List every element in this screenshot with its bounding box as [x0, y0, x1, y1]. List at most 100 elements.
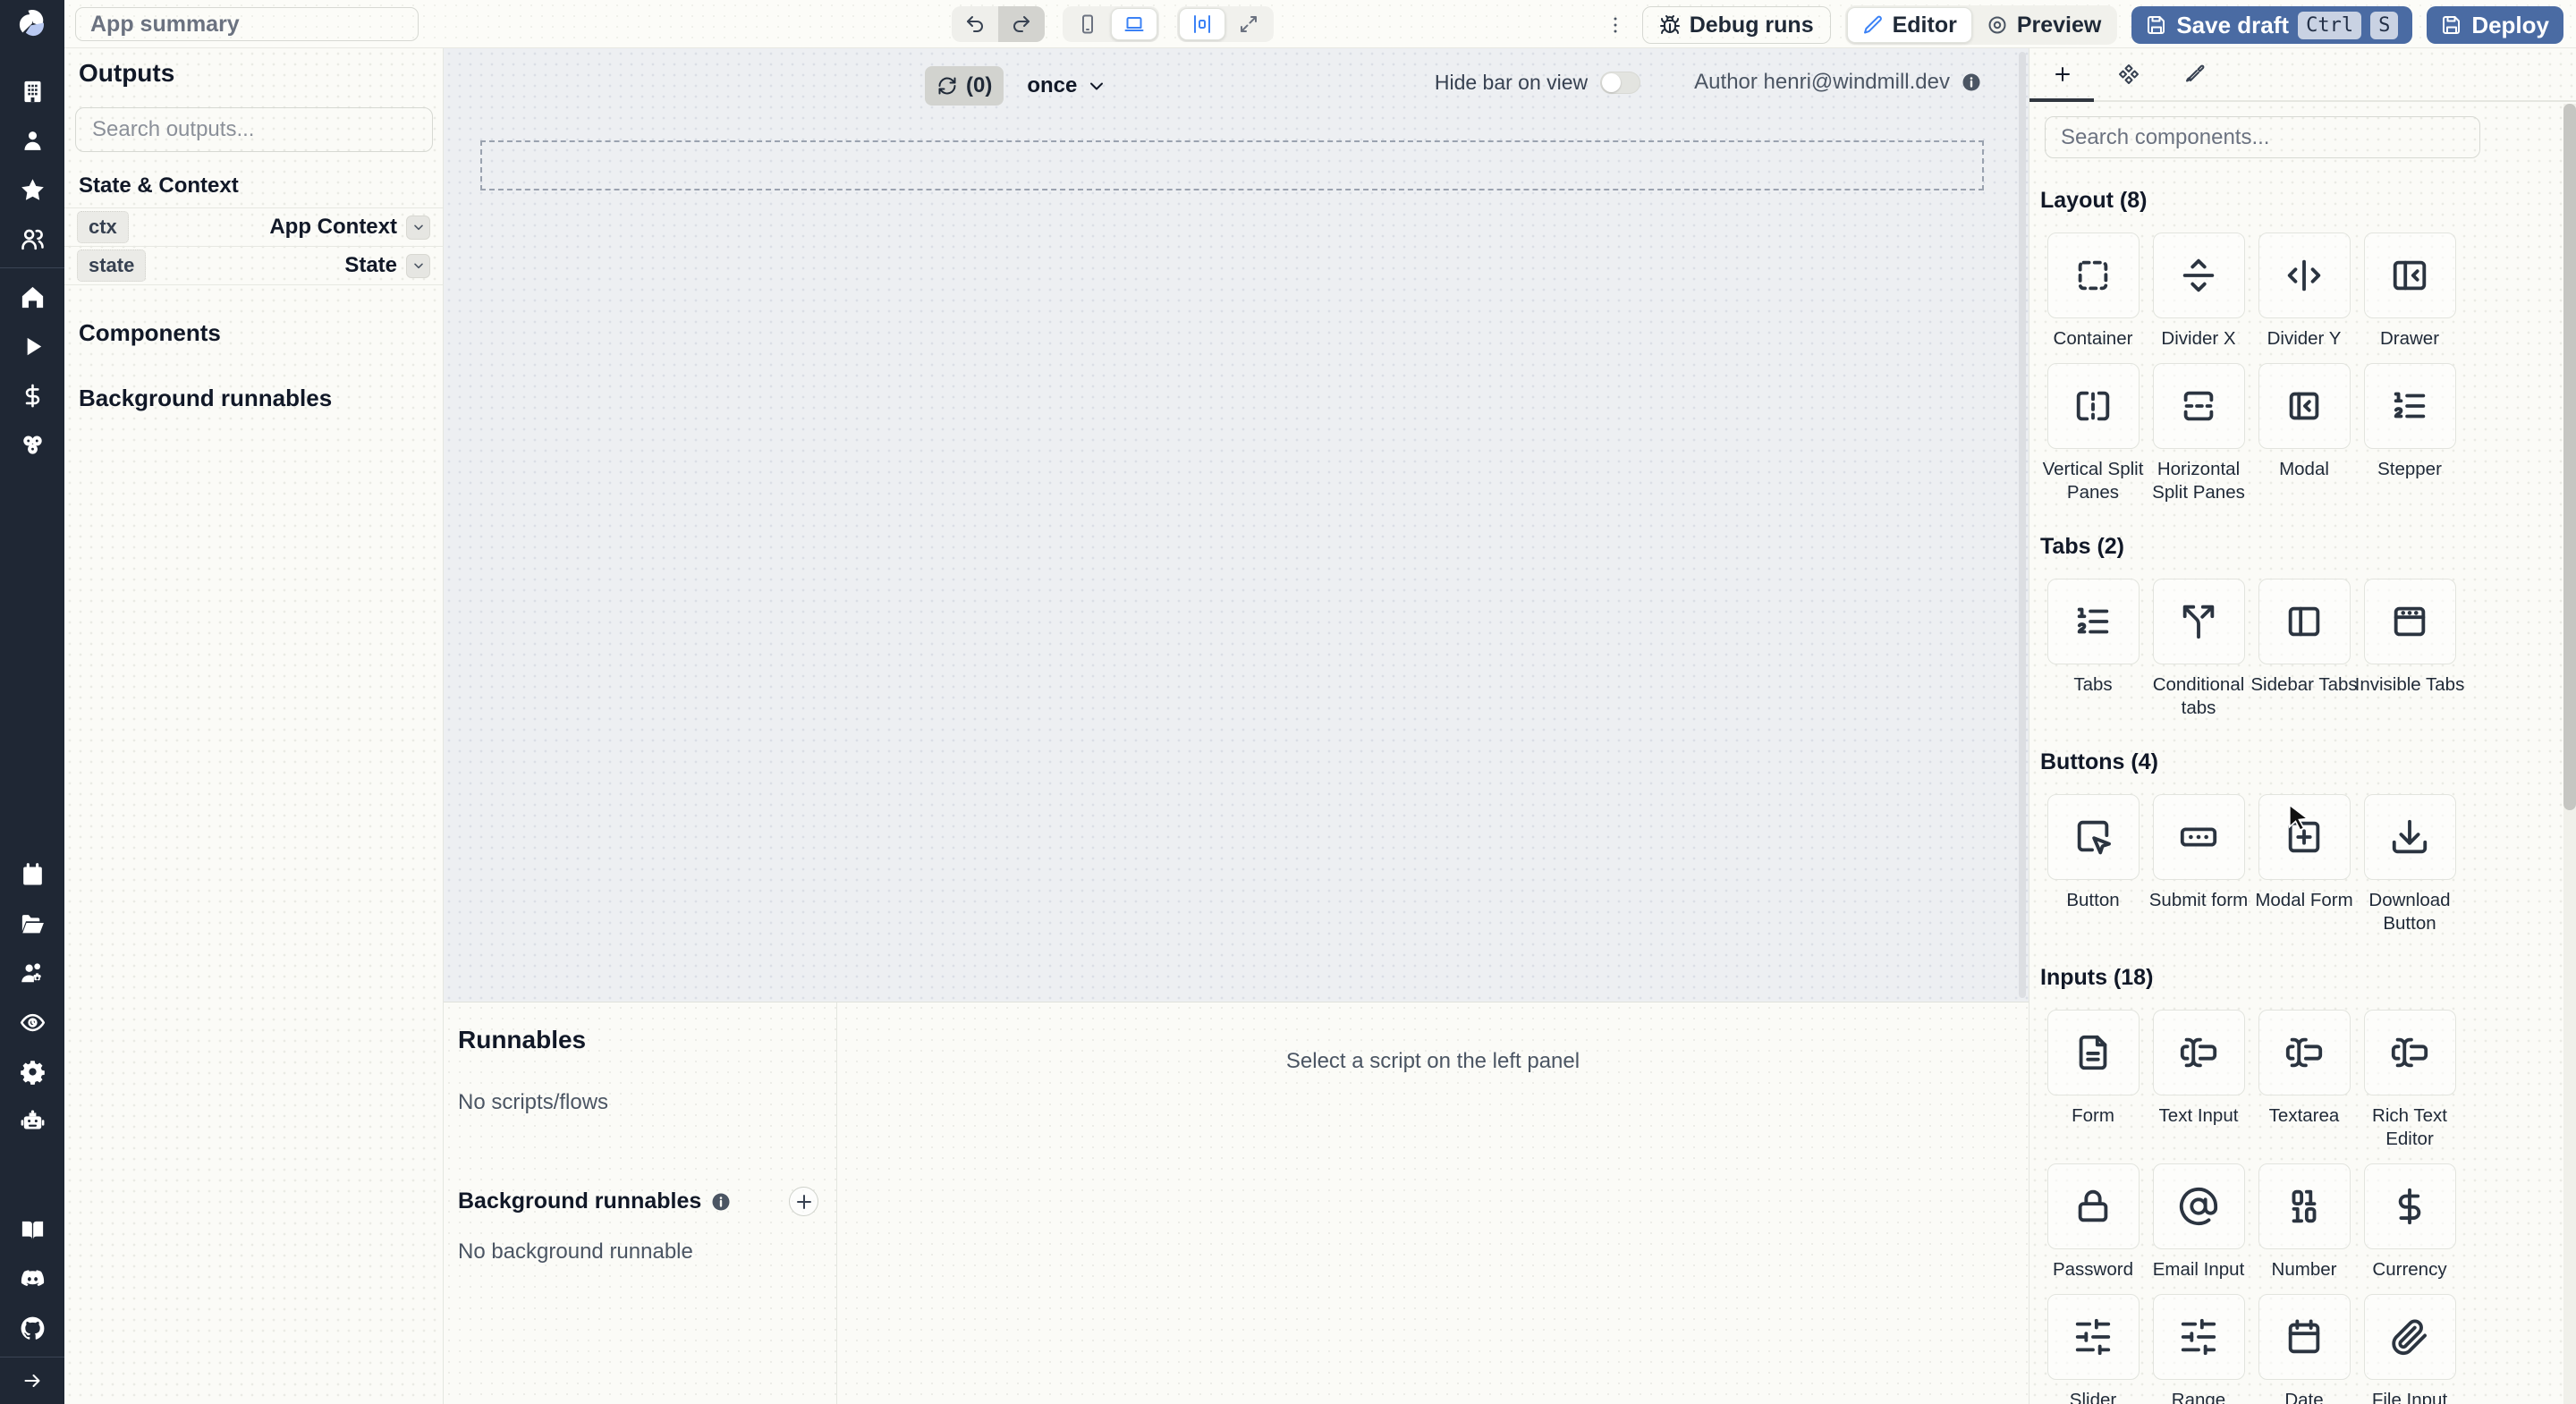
- desktop-view-button[interactable]: [1111, 8, 1157, 40]
- invisible-tabs-icon: [2389, 601, 2430, 642]
- fullwidth-button[interactable]: [1225, 6, 1272, 42]
- robot-icon[interactable]: [16, 1104, 48, 1137]
- dollar-icon[interactable]: [16, 379, 48, 411]
- component-cell: Slider: [2040, 1294, 2146, 1404]
- undo-button[interactable]: [952, 6, 998, 42]
- component-card-conditional-tabs[interactable]: [2152, 579, 2245, 664]
- component-card-container[interactable]: [2046, 233, 2140, 318]
- search-outputs-input[interactable]: [75, 107, 433, 152]
- component-card-download-button[interactable]: [2363, 794, 2456, 880]
- component-card-number[interactable]: [2258, 1163, 2351, 1249]
- deploy-button[interactable]: Deploy: [2427, 6, 2563, 44]
- users-icon[interactable]: [16, 223, 48, 255]
- save-draft-button[interactable]: Save draft Ctrl S: [2131, 6, 2413, 44]
- component-card-password[interactable]: [2046, 1163, 2140, 1249]
- state-context-row-ctx[interactable]: ctx App Context: [64, 208, 443, 247]
- component-card-vertical-split-panes[interactable]: [2046, 363, 2140, 449]
- search-components-input[interactable]: [2045, 116, 2480, 158]
- add-background-runnable-button[interactable]: [789, 1187, 818, 1216]
- mobile-view-button[interactable]: [1064, 6, 1111, 42]
- at-sign-icon: [2178, 1186, 2219, 1227]
- component-card-form[interactable]: [2046, 1010, 2140, 1095]
- component-card-divider-x[interactable]: [2152, 233, 2245, 318]
- component-card-divider-y[interactable]: [2258, 233, 2351, 318]
- component-card-textarea[interactable]: [2258, 1010, 2351, 1095]
- component-card-invisible-tabs[interactable]: [2363, 579, 2456, 664]
- resources-icon[interactable]: [16, 428, 48, 461]
- user-icon[interactable]: [16, 124, 48, 156]
- tab-theme[interactable]: [2162, 48, 2228, 101]
- github-icon[interactable]: [16, 1312, 48, 1344]
- component-card-modal-form[interactable]: [2258, 794, 2351, 880]
- app-canvas[interactable]: (0) once Hide bar on view Author henri@w…: [444, 48, 2029, 1002]
- component-card-submit-form[interactable]: [2152, 794, 2245, 880]
- debug-runs-button[interactable]: Debug runs: [1641, 6, 1831, 44]
- component-cell: Drawer: [2357, 233, 2462, 351]
- component-card-drawer[interactable]: [2363, 233, 2456, 318]
- component-card-email-input[interactable]: [2152, 1163, 2245, 1249]
- component-card-tabs[interactable]: [2046, 579, 2140, 664]
- center-column: (0) once Hide bar on view Author henri@w…: [444, 48, 2029, 1404]
- conditional-tabs-icon: [2178, 601, 2219, 642]
- component-card-horizontal-split-panes[interactable]: [2152, 363, 2245, 449]
- component-label: Modal: [2279, 459, 2329, 479]
- arrow-right-icon[interactable]: [21, 1370, 43, 1391]
- tab-insert-component[interactable]: [2029, 48, 2096, 101]
- info-icon[interactable]: [1961, 72, 1982, 93]
- home-icon[interactable]: [16, 281, 48, 313]
- users-gear-icon[interactable]: [16, 957, 48, 989]
- center-layout-button[interactable]: [1179, 8, 1225, 40]
- calendar-icon[interactable]: [16, 858, 48, 891]
- hide-bar-toggle[interactable]: [1600, 71, 1641, 94]
- app-summary-input[interactable]: [75, 7, 419, 41]
- component-card-button[interactable]: [2046, 794, 2140, 880]
- more-menu-button[interactable]: [1603, 11, 1628, 39]
- laptop-icon: [1123, 13, 1145, 35]
- state-context-title: State & Context: [79, 173, 239, 198]
- component-card-currency[interactable]: [2363, 1163, 2456, 1249]
- book-open-icon[interactable]: [16, 1214, 48, 1246]
- component-grid: Container Divider X Divider Y Drawer Vertica…: [2040, 233, 2576, 504]
- interval-select[interactable]: once: [1027, 73, 1107, 98]
- windmill-logo-icon[interactable]: [0, 0, 64, 48]
- chevron-down-icon[interactable]: [406, 215, 430, 240]
- state-context-row-state[interactable]: state State: [64, 247, 443, 285]
- panel-scrollbar-thumb[interactable]: [2563, 104, 2576, 810]
- redo-button[interactable]: [998, 6, 1045, 42]
- debug-runs-label: Debug runs: [1689, 12, 1814, 38]
- align-center-icon: [1191, 13, 1213, 35]
- chevron-down-icon[interactable]: [406, 253, 430, 278]
- form-file-icon: [2072, 1032, 2114, 1073]
- editor-tab[interactable]: Editor: [1846, 7, 1972, 43]
- container-icon: [2072, 255, 2114, 296]
- component-card-date[interactable]: [2258, 1294, 2351, 1380]
- info-icon[interactable]: [710, 1191, 732, 1213]
- component-card-range[interactable]: [2152, 1294, 2245, 1380]
- canvas-scrollbar[interactable]: [2019, 52, 2026, 998]
- component-card-slider[interactable]: [2046, 1294, 2140, 1380]
- component-card-text-input[interactable]: [2152, 1010, 2245, 1095]
- component-card-sidebar-tabs[interactable]: [2258, 579, 2351, 664]
- component-cell: Password: [2040, 1163, 2146, 1281]
- building-icon[interactable]: [16, 75, 48, 107]
- component-icon: [2118, 63, 2140, 85]
- gear-icon[interactable]: [16, 1055, 48, 1087]
- empty-drop-zone[interactable]: [480, 140, 1984, 190]
- background-runnables-section-title: Background runnables: [79, 385, 333, 411]
- eye-icon[interactable]: [16, 1006, 48, 1038]
- component-label: Modal Form: [2255, 890, 2353, 910]
- component-card-rich-text-editor[interactable]: [2363, 1010, 2456, 1095]
- discord-icon[interactable]: [16, 1263, 48, 1295]
- component-card-modal[interactable]: [2258, 363, 2351, 449]
- tab-component-settings[interactable]: [2096, 48, 2162, 101]
- component-card-stepper[interactable]: [2363, 363, 2456, 449]
- component-cell: Tabs: [2040, 579, 2146, 720]
- refresh-count-button[interactable]: (0): [925, 66, 1004, 106]
- folder-icon[interactable]: [16, 908, 48, 940]
- component-card-file-input[interactable]: [2363, 1294, 2456, 1380]
- preview-tab[interactable]: Preview: [1972, 7, 2116, 43]
- component-label: Email Input: [2152, 1259, 2245, 1280]
- star-icon[interactable]: [16, 173, 48, 206]
- play-icon[interactable]: [16, 330, 48, 362]
- component-cell: Vertical Split Panes: [2040, 363, 2146, 504]
